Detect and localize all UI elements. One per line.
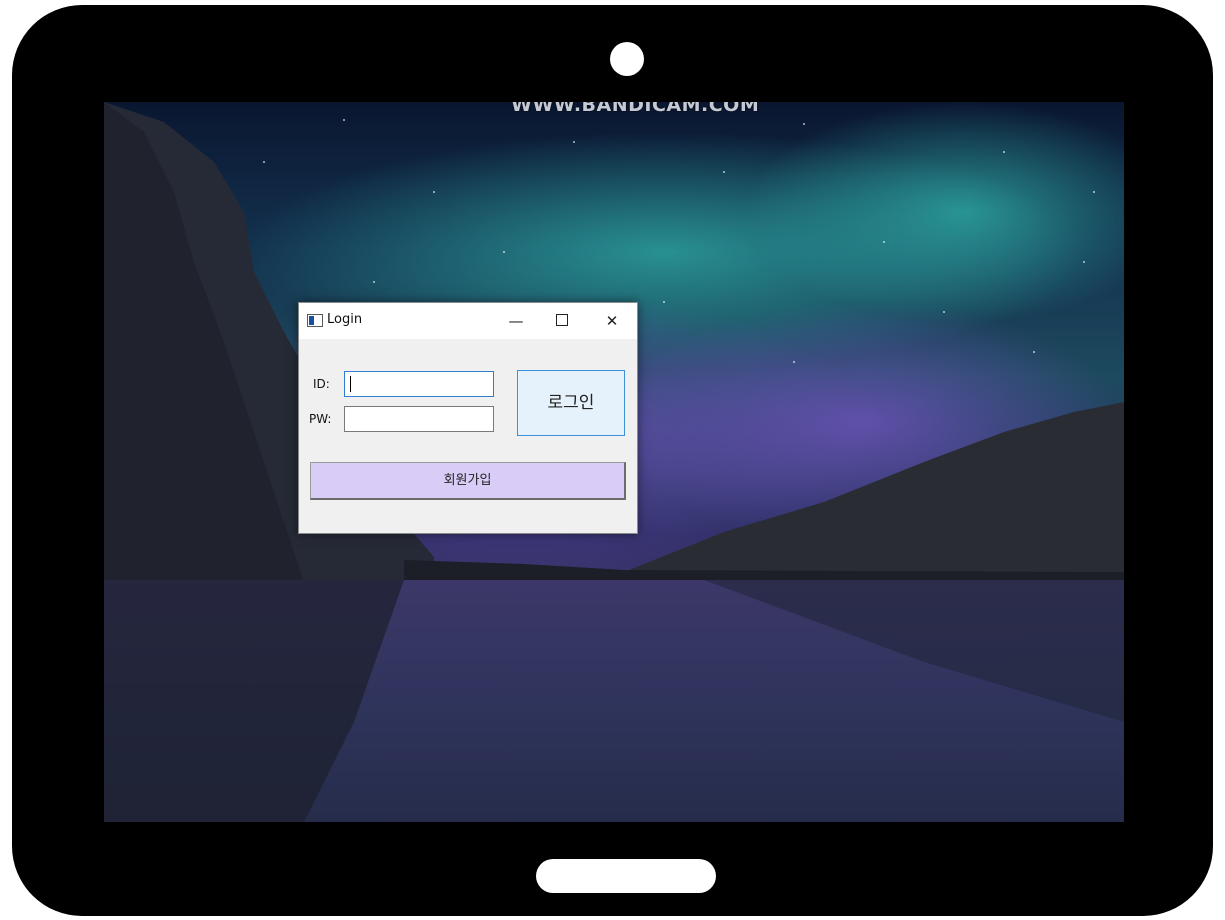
text-caret xyxy=(350,376,351,392)
close-icon: ✕ xyxy=(605,312,619,330)
id-label: ID: xyxy=(313,377,330,391)
home-button[interactable] xyxy=(536,859,716,893)
maximize-icon xyxy=(556,314,568,326)
pw-input[interactable] xyxy=(344,406,494,432)
window-titlebar[interactable]: Login — ✕ xyxy=(299,303,637,339)
login-button[interactable]: 로그인 xyxy=(517,370,625,436)
watermark-text: WWW.BANDICAM.COM xyxy=(511,102,760,116)
camera-icon xyxy=(610,42,644,76)
minimize-button[interactable]: — xyxy=(493,303,539,339)
pw-label: PW: xyxy=(309,412,332,426)
signup-button[interactable]: 회원가입 xyxy=(310,462,626,500)
maximize-button[interactable] xyxy=(539,303,585,339)
minimize-icon: — xyxy=(508,312,524,330)
close-button[interactable]: ✕ xyxy=(589,303,635,339)
login-window: Login — ✕ ID: PW: 로그인 회원가입 xyxy=(298,302,638,534)
window-app-icon xyxy=(307,314,323,327)
id-input[interactable] xyxy=(344,371,494,397)
window-title: Login xyxy=(327,312,363,327)
